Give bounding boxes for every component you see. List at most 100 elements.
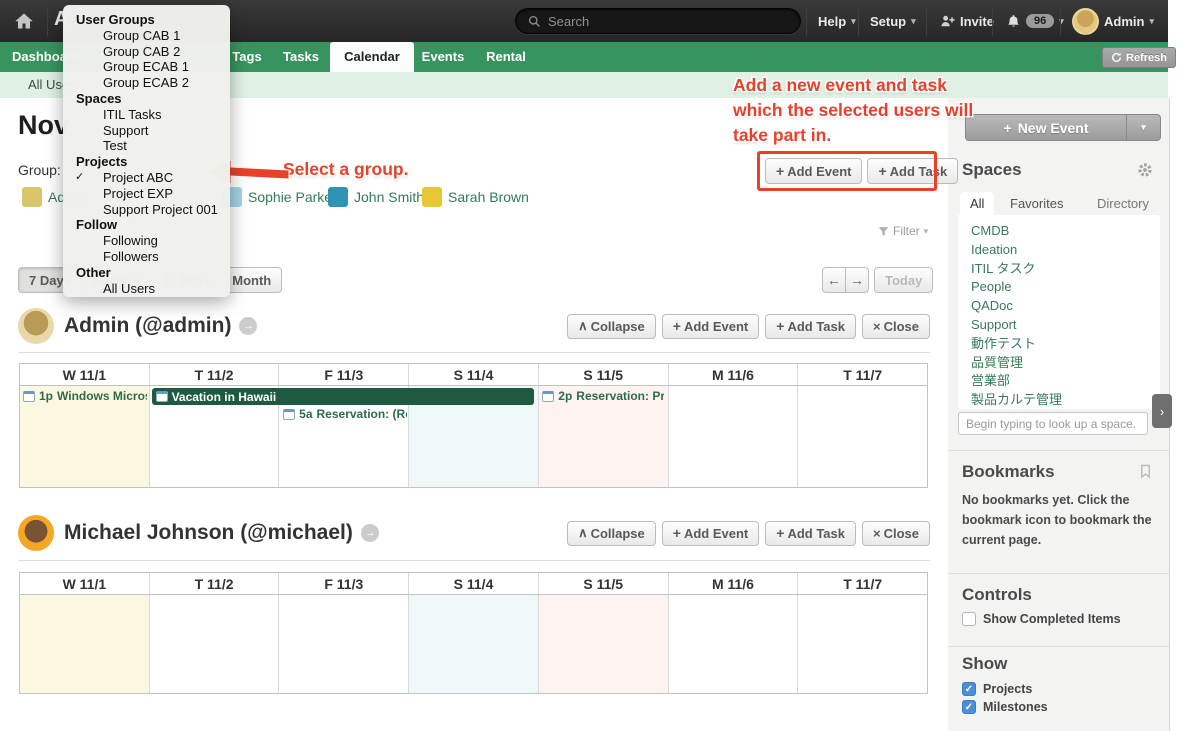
add-event-button[interactable]: +Add Event: [662, 521, 759, 546]
close-button[interactable]: ×Close: [862, 521, 930, 546]
event-reservation-5a[interactable]: 5a Reservation: (Ro: [283, 407, 407, 421]
checkbox-checked-icon[interactable]: ✓: [962, 700, 976, 714]
new-event-dropdown-arrow[interactable]: ▾: [1126, 115, 1160, 140]
invite-button[interactable]: Invite: [940, 0, 994, 42]
new-event-label: New Event: [1018, 120, 1089, 136]
event-title: Reservation: (Ro: [317, 407, 408, 421]
event-vacation-banner[interactable]: Vacation in Hawaii: [152, 388, 535, 405]
divider: [858, 6, 859, 36]
menu-item[interactable]: Group ECAB 1: [63, 59, 230, 75]
next-button[interactable]: →: [845, 267, 869, 293]
tab-tasks[interactable]: Tasks: [274, 42, 328, 72]
prev-button[interactable]: ←: [822, 267, 846, 293]
space-link[interactable]: ITIL タスク: [971, 260, 1147, 279]
refresh-label: Refresh: [1126, 52, 1167, 64]
space-link[interactable]: 動作テスト: [971, 335, 1147, 354]
setup-menu[interactable]: Setup ▾: [870, 0, 916, 42]
show-completed-checkbox-row[interactable]: Show Completed Items: [962, 612, 1121, 626]
open-profile-arrow-icon[interactable]: →: [239, 317, 257, 335]
spaces-tab-favorites[interactable]: Favorites: [1000, 192, 1073, 215]
menu-item-selected[interactable]: ✓ Project ABC: [63, 170, 230, 186]
day-cell[interactable]: [538, 595, 668, 693]
group-dropdown-menu: User Groups Group CAB 1 Group CAB 2 Grou…: [63, 5, 230, 297]
collapse-label: Collapse: [591, 319, 645, 334]
add-task-label: Add Task: [787, 526, 845, 541]
menu-item[interactable]: Group ECAB 2: [63, 75, 230, 91]
collapse-button[interactable]: ∧Collapse: [567, 314, 656, 339]
tab-calendar[interactable]: Calendar: [330, 42, 414, 72]
avatar: [22, 187, 42, 207]
annotation-select-group: Select a group.: [283, 157, 408, 182]
menu-item[interactable]: Project EXP: [63, 186, 230, 202]
space-link[interactable]: 営業部: [971, 372, 1147, 391]
day-cell[interactable]: [20, 595, 149, 693]
day-cell[interactable]: [149, 595, 279, 693]
tab-events[interactable]: Events: [416, 42, 470, 72]
gear-icon[interactable]: [1137, 162, 1153, 178]
plus-icon: +: [673, 318, 681, 334]
collapse-icon: ∧: [578, 525, 588, 541]
menu-item[interactable]: All Users: [63, 281, 230, 297]
spaces-tab-all[interactable]: All: [960, 192, 994, 215]
user-menu[interactable]: Admin ▾: [1072, 0, 1154, 42]
user-chip-john[interactable]: John Smith: [328, 187, 424, 207]
day-cell[interactable]: [408, 595, 538, 693]
space-lookup-input[interactable]: [958, 412, 1148, 435]
menu-item[interactable]: ITIL Tasks: [63, 107, 230, 123]
show-projects-checkbox-row[interactable]: ✓ Projects: [962, 682, 1032, 696]
event-windows[interactable]: 1p Windows Micros: [23, 389, 147, 403]
day-cell[interactable]: [797, 386, 927, 487]
event-reservation-2p[interactable]: 2p Reservation: Pro: [542, 389, 664, 403]
collapse-label: Collapse: [591, 526, 645, 541]
space-link[interactable]: 品質管理: [971, 354, 1147, 373]
add-event-button[interactable]: +Add Event: [662, 314, 759, 339]
day-cell[interactable]: [278, 595, 408, 693]
help-menu[interactable]: Help ▾: [818, 0, 856, 42]
day-header: W 11/1: [20, 573, 149, 594]
chevron-down-icon: ▾: [911, 16, 916, 27]
menu-item[interactable]: Following: [63, 233, 230, 249]
space-link[interactable]: People: [971, 278, 1147, 297]
menu-item[interactable]: Followers: [63, 249, 230, 265]
open-profile-arrow-icon[interactable]: →: [361, 524, 379, 542]
day-cell[interactable]: [668, 386, 798, 487]
add-task-button[interactable]: +Add Task: [765, 521, 856, 546]
calendar-grid-michael: W 11/1 T 11/2 F 11/3 S 11/4 S 11/5 M 11/…: [19, 572, 928, 694]
day-cell[interactable]: [668, 595, 798, 693]
space-link[interactable]: CMDB: [971, 222, 1147, 241]
user-chip-sarah[interactable]: Sarah Brown: [422, 187, 529, 207]
checkbox-checked-icon[interactable]: ✓: [962, 682, 976, 696]
show-milestones-checkbox-row[interactable]: ✓ Milestones: [962, 700, 1048, 714]
close-label: Close: [884, 319, 919, 334]
menu-item[interactable]: Support Project 001: [63, 202, 230, 218]
day-cell[interactable]: [797, 595, 927, 693]
user-chip-sophie[interactable]: Sophie Parker: [222, 187, 337, 207]
bookmark-icon[interactable]: [1138, 464, 1153, 479]
filter-control[interactable]: Filter ▾: [878, 224, 928, 238]
space-link[interactable]: 製品カルテ管理: [971, 391, 1147, 410]
home-button[interactable]: [14, 0, 34, 42]
menu-item[interactable]: Group CAB 1: [63, 28, 230, 44]
menu-item[interactable]: Group CAB 2: [63, 44, 230, 60]
search-input[interactable]: [548, 14, 768, 29]
tab-rental[interactable]: Rental: [478, 42, 534, 72]
sidebar-collapse-handle[interactable]: ›: [1152, 394, 1172, 428]
close-button[interactable]: ×Close: [862, 314, 930, 339]
menu-item[interactable]: Test: [63, 138, 230, 154]
add-task-button[interactable]: +Add Task: [765, 314, 856, 339]
space-link[interactable]: Support: [971, 316, 1147, 335]
show-completed-label: Show Completed Items: [983, 612, 1121, 626]
new-event-button[interactable]: +New Event ▾: [965, 114, 1161, 141]
space-link[interactable]: QADoc: [971, 297, 1147, 316]
day-header: T 11/2: [149, 364, 279, 385]
today-button[interactable]: Today: [874, 267, 933, 293]
spaces-tab-directory[interactable]: Directory: [1087, 192, 1159, 215]
refresh-button[interactable]: Refresh: [1102, 47, 1176, 68]
notifications-menu[interactable]: 96 ▾: [1006, 0, 1064, 42]
checkbox-unchecked-icon[interactable]: [962, 612, 976, 626]
space-link[interactable]: Ideation: [971, 241, 1147, 260]
collapse-button[interactable]: ∧Collapse: [567, 521, 656, 546]
view-month-button[interactable]: Month: [221, 267, 282, 293]
search-box[interactable]: [515, 8, 801, 34]
menu-item[interactable]: Support: [63, 123, 230, 139]
